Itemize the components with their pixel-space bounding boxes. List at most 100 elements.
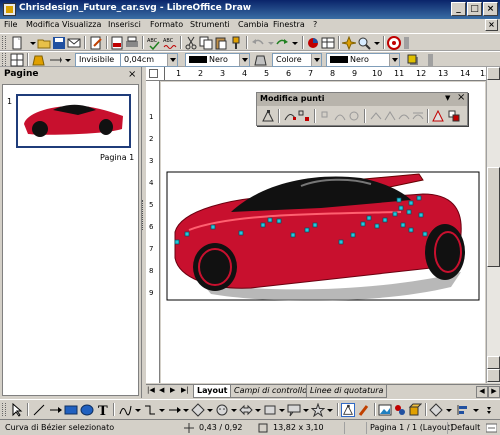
- menu-inserisci[interactable]: Inserisci: [108, 20, 141, 29]
- extrusion-icon[interactable]: [408, 403, 422, 417]
- area-color-select[interactable]: Nero: [326, 53, 400, 67]
- vertical-scrollbar[interactable]: [486, 67, 500, 383]
- rectangle-tool-icon[interactable]: [64, 403, 78, 417]
- dropdown-arrow-icon[interactable]: [288, 36, 302, 50]
- delete-points-icon[interactable]: [319, 109, 333, 123]
- zoom-slider-icon[interactable]: [486, 423, 497, 433]
- move-points-icon[interactable]: [283, 109, 297, 123]
- close-panel-icon[interactable]: ×: [128, 69, 136, 80]
- help-icon[interactable]: [387, 36, 401, 50]
- page-thumbnail[interactable]: [16, 94, 131, 148]
- eliminate-points-icon[interactable]: [447, 109, 461, 123]
- panel-splitter[interactable]: [142, 200, 145, 230]
- dropdown-arrow-icon[interactable]: [323, 403, 337, 417]
- scroll-right-button[interactable]: ▶: [488, 386, 500, 398]
- close-document-button[interactable]: ×: [485, 19, 498, 31]
- toolbar-overflow-icon[interactable]: [484, 403, 498, 417]
- car-drawing[interactable]: [161, 82, 485, 383]
- align-icon[interactable]: [456, 403, 470, 417]
- menu-strumenti[interactable]: Strumenti: [190, 20, 230, 29]
- scroll-thumb[interactable]: [487, 167, 500, 267]
- ruler-label: 11: [394, 69, 405, 78]
- shadow-icon[interactable]: [406, 53, 420, 67]
- prev-page-button[interactable]: ◀: [159, 386, 169, 397]
- navigator-icon[interactable]: [342, 36, 356, 50]
- ellipse-tool-icon[interactable]: [80, 403, 94, 417]
- first-page-button[interactable]: |◀: [147, 386, 157, 397]
- spellcheck-icon[interactable]: ABC: [147, 36, 161, 50]
- menu-file[interactable]: File: [4, 20, 17, 29]
- table-icon[interactable]: [321, 36, 335, 50]
- dropdown-arrow-icon[interactable]: [469, 403, 483, 417]
- chart-icon[interactable]: [306, 36, 320, 50]
- arrow-line-icon[interactable]: [48, 403, 62, 417]
- toolbar-menu-arrow-icon[interactable]: ▼: [445, 94, 450, 102]
- line-width-input[interactable]: 0,04cm: [120, 53, 178, 67]
- save-icon[interactable]: [52, 36, 66, 50]
- dropdown-arrow-icon[interactable]: [442, 403, 456, 417]
- close-bezier-active-icon[interactable]: [431, 109, 445, 123]
- arrow-style-icon[interactable]: [48, 53, 62, 67]
- select-pointer-icon[interactable]: [10, 403, 24, 417]
- clone-formatting-icon[interactable]: [229, 36, 243, 50]
- convert-to-curve-icon[interactable]: [333, 109, 347, 123]
- line-color-select[interactable]: Nero: [185, 53, 250, 67]
- menu-cambia[interactable]: Cambia: [238, 20, 268, 29]
- tab-linee-di-quotatura[interactable]: Linee di quotatura: [306, 385, 388, 398]
- fontwork-gallery-icon[interactable]: [393, 403, 407, 417]
- print-icon[interactable]: [125, 36, 139, 50]
- area-style-icon[interactable]: [254, 53, 268, 67]
- close-button[interactable]: ×: [483, 2, 498, 16]
- zoom-icon[interactable]: [357, 36, 371, 50]
- split-curve-icon[interactable]: [369, 109, 383, 123]
- scroll-left-button[interactable]: ◀: [476, 386, 488, 398]
- last-page-button[interactable]: ▶|: [181, 386, 191, 397]
- redo-icon[interactable]: [275, 36, 289, 50]
- drawing-canvas[interactable]: [161, 82, 485, 383]
- undo-icon[interactable]: [251, 36, 265, 50]
- tab-layout[interactable]: Layout: [193, 385, 232, 398]
- style-bucket-icon[interactable]: [32, 53, 46, 67]
- toolbar-handle[interactable]: [2, 403, 6, 416]
- open-folder-icon[interactable]: [37, 36, 51, 50]
- grid-icon[interactable]: [10, 53, 24, 67]
- menu-help[interactable]: ?: [313, 20, 317, 29]
- scroll-up-button[interactable]: [487, 67, 500, 80]
- symmetric-transition-icon[interactable]: [411, 109, 425, 123]
- insert-image-icon[interactable]: [378, 403, 392, 417]
- area-style-select[interactable]: Colore: [272, 53, 322, 67]
- maximize-button[interactable]: □: [467, 2, 482, 16]
- curve-tool-icon[interactable]: [118, 403, 132, 417]
- smooth-transition-icon[interactable]: [397, 109, 411, 123]
- corner-point-icon[interactable]: [383, 109, 397, 123]
- menu-formato[interactable]: Formato: [150, 20, 183, 29]
- dropdown-arrow-icon[interactable]: [61, 53, 75, 67]
- dropdown-arrow-icon[interactable]: [370, 36, 384, 50]
- edit-points-icon[interactable]: [261, 109, 275, 123]
- close-toolbar-icon[interactable]: ×: [457, 92, 465, 103]
- close-bezier-icon[interactable]: [347, 109, 361, 123]
- text-tool-icon[interactable]: T: [96, 403, 110, 417]
- new-document-icon[interactable]: [10, 36, 24, 50]
- tab-campi-di-controllo[interactable]: Campi di controllo: [230, 385, 311, 398]
- scroll-down-button[interactable]: [487, 356, 500, 369]
- copy-icon[interactable]: [199, 36, 213, 50]
- toolbar-handle[interactable]: [2, 36, 6, 49]
- email-icon[interactable]: [67, 36, 81, 50]
- minimize-button[interactable]: _: [451, 2, 466, 16]
- export-pdf-icon[interactable]: [110, 36, 124, 50]
- menu-modifica[interactable]: Modifica: [26, 20, 59, 29]
- points-toggle-icon[interactable]: [341, 403, 355, 417]
- line-tool-icon[interactable]: [32, 403, 46, 417]
- menu-visualizza[interactable]: Visualizza: [62, 20, 101, 29]
- toolbar-handle[interactable]: [2, 53, 6, 66]
- rotate-icon[interactable]: [429, 403, 443, 417]
- next-page-button[interactable]: ▶: [170, 386, 180, 397]
- menu-finestra[interactable]: Finestra: [273, 20, 305, 29]
- edit-file-icon[interactable]: [89, 36, 103, 50]
- insert-points-icon[interactable]: [297, 109, 311, 123]
- glue-points-icon[interactable]: [357, 403, 371, 417]
- paste-icon[interactable]: [214, 36, 228, 50]
- cut-icon[interactable]: [184, 36, 198, 50]
- autospellcheck-icon[interactable]: ABC: [163, 36, 177, 50]
